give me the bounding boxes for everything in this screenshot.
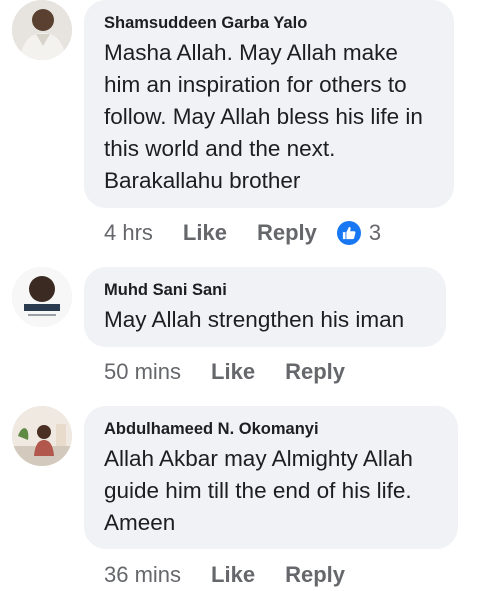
- reply-button[interactable]: Reply: [285, 562, 345, 588]
- comment-text: Allah Akbar may Almighty Allah guide him…: [104, 446, 413, 535]
- reply-button[interactable]: Reply: [285, 359, 345, 385]
- comment-timestamp[interactable]: 36 mins: [104, 562, 181, 588]
- comment-timestamp[interactable]: 4 hrs: [104, 220, 153, 246]
- avatar[interactable]: [12, 267, 72, 327]
- reaction-summary[interactable]: 3: [336, 220, 382, 246]
- avatar-photo-icon: [12, 406, 72, 466]
- comment-author[interactable]: Shamsuddeen Garba Yalo: [104, 12, 436, 34]
- avatar-photo-icon: [12, 0, 72, 60]
- comment-text: Masha Allah. May Allah make him an inspi…: [104, 40, 423, 193]
- comment-bubble: Muhd Sani Sani May Allah strengthen his …: [84, 267, 446, 347]
- comment-timestamp[interactable]: 50 mins: [104, 359, 181, 385]
- comment-author[interactable]: Abdulhameed N. Okomanyi: [104, 418, 440, 440]
- avatar-photo-icon: [12, 267, 72, 327]
- avatar[interactable]: [12, 0, 72, 60]
- comment-actions: 36 mins Like Reply: [104, 560, 375, 590]
- like-button[interactable]: Like: [211, 562, 255, 588]
- comment-actions: 4 hrs Like Reply 3: [104, 218, 381, 248]
- comment-bubble: Shamsuddeen Garba Yalo Masha Allah. May …: [84, 0, 454, 208]
- comment-author[interactable]: Muhd Sani Sani: [104, 279, 428, 301]
- avatar[interactable]: [12, 406, 72, 466]
- like-button[interactable]: Like: [211, 359, 255, 385]
- reaction-count: 3: [368, 220, 382, 245]
- comment-text: May Allah strengthen his iman: [104, 307, 405, 332]
- comment-bubble: Abdulhameed N. Okomanyi Allah Akbar may …: [84, 406, 458, 549]
- reply-button[interactable]: Reply: [257, 220, 317, 246]
- thumbs-up-icon: [336, 221, 361, 245]
- comment-actions: 50 mins Like Reply: [104, 357, 375, 387]
- like-button[interactable]: Like: [183, 220, 227, 246]
